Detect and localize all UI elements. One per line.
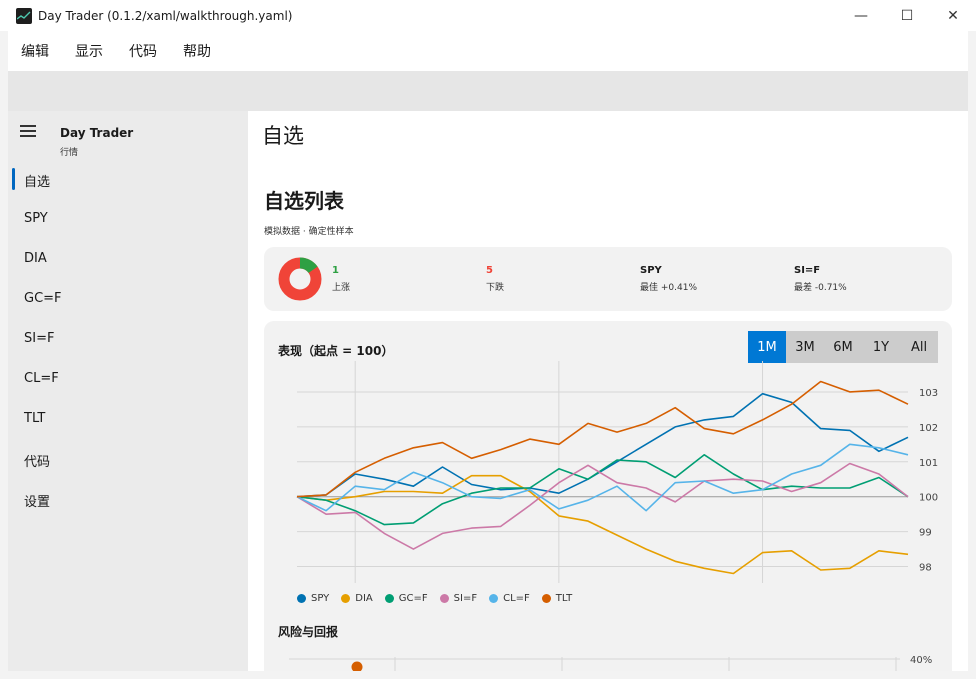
- sidebar-item-settings[interactable]: 设置: [24, 491, 50, 510]
- legend-label: SPY: [311, 593, 330, 604]
- chart-legend: SPY DIA GC=F SI=F CL=F TLT: [297, 593, 584, 604]
- app-logo-icon: [16, 7, 32, 24]
- sidebar-item-code[interactable]: 代码: [24, 451, 50, 470]
- window-bottom-edge: [0, 671, 976, 679]
- legend-item[interactable]: SI=F: [439, 593, 478, 604]
- sidebar-item-clf[interactable]: CL=F: [24, 371, 59, 386]
- legend-item[interactable]: DIA: [341, 593, 373, 604]
- risk-y-tick-label: 40%: [910, 655, 932, 666]
- close-button[interactable]: ✕: [930, 0, 976, 31]
- sidebar-item-sif[interactable]: SI=F: [24, 331, 54, 346]
- legend-label: CL=F: [503, 593, 530, 604]
- menu-help[interactable]: 帮助: [183, 41, 211, 61]
- sidebar: Day Trader 行情 自选 SPY DIA GC=F SI=F CL=F …: [8, 111, 248, 671]
- sidebar-app-subtitle: 行情: [60, 148, 79, 158]
- performance-chart-card: 表现（起点 = 100） 1M 3M 6M 1Y All 98 99 100 101 1…: [264, 321, 952, 671]
- up-count: 1: [332, 265, 339, 276]
- sidebar-item-dia[interactable]: DIA: [24, 251, 47, 266]
- series-line-tlt: [296, 380, 909, 498]
- legend-item[interactable]: GC=F: [384, 593, 428, 604]
- best-label: 最佳 +0.41%: [640, 283, 697, 293]
- hamburger-menu-icon[interactable]: [20, 125, 36, 137]
- menu-edit[interactable]: 编辑: [21, 41, 49, 61]
- legend-dot: [489, 594, 499, 603]
- minimize-button[interactable]: —: [838, 0, 884, 31]
- worst-symbol: SI=F: [794, 265, 821, 276]
- stat-best: SPY 最佳 +0.41%: [640, 265, 697, 293]
- legend-item[interactable]: SPY: [297, 593, 329, 604]
- title-bar: Day Trader (0.1.2/xaml/walkthrough.yaml)…: [0, 0, 976, 31]
- worst-label: 最差 -0.71%: [794, 283, 847, 293]
- sidebar-item-watchlist[interactable]: 自选: [24, 171, 50, 190]
- legend-dot: [341, 594, 351, 603]
- window-controls: — ☐ ✕: [838, 0, 976, 31]
- down-count: 5: [486, 265, 493, 276]
- stat-up: 1 上涨: [332, 265, 350, 293]
- down-label: 下跌: [486, 283, 505, 293]
- risk-return-title: 风险与回报: [278, 625, 339, 639]
- stat-down: 5 下跌: [486, 265, 504, 293]
- stat-worst: SI=F 最差 -0.71%: [794, 265, 847, 293]
- performance-line-chart: 9899100101102103Jun 11Jun 18Jun 25: [296, 361, 938, 583]
- legend-item[interactable]: TLT: [541, 593, 573, 604]
- legend-label: DIA: [355, 593, 373, 604]
- toolbar-area: [8, 71, 968, 111]
- legend-dot: [439, 594, 449, 603]
- main-content: 自选 自选列表 模拟数据 · 确定性样本 1 上涨 5 下跌 SPY 最佳 +0…: [248, 111, 968, 671]
- menu-view[interactable]: 显示: [75, 41, 103, 61]
- page-title: 自选: [262, 124, 304, 148]
- series-line-clf: [296, 443, 909, 512]
- sidebar-app-name: Day Trader: [60, 126, 134, 140]
- section-title: 自选列表: [264, 189, 344, 213]
- y-tick-label: 98: [919, 563, 932, 574]
- y-tick-label: 103: [919, 388, 938, 399]
- legend-label: TLT: [555, 593, 573, 604]
- y-tick-label: 99: [919, 528, 932, 539]
- sidebar-item-spy[interactable]: SPY: [24, 211, 48, 226]
- legend-item[interactable]: CL=F: [489, 593, 530, 604]
- window-title: Day Trader (0.1.2/xaml/walkthrough.yaml): [38, 8, 293, 23]
- legend-dot: [297, 594, 306, 603]
- series-line-gcf: [296, 454, 909, 526]
- legend-label: GC=F: [398, 593, 428, 604]
- risk-point-marker: [351, 661, 363, 671]
- legend-dot: [384, 594, 394, 603]
- y-tick-label: 102: [919, 423, 938, 434]
- section-subtitle: 模拟数据 · 确定性样本: [264, 227, 354, 237]
- maximize-button[interactable]: ☐: [884, 0, 930, 31]
- selected-indicator: [12, 168, 15, 190]
- series-line-sif: [296, 462, 909, 550]
- stats-card: 1 上涨 5 下跌 SPY 最佳 +0.41% SI=F 最差 -0.71%: [264, 247, 952, 311]
- sidebar-item-tlt[interactable]: TLT: [24, 411, 45, 426]
- up-down-donut: [278, 257, 322, 301]
- menu-code[interactable]: 代码: [129, 41, 157, 61]
- risk-return-chart: 40%: [289, 655, 932, 671]
- legend-dot: [541, 594, 551, 603]
- y-tick-label: 100: [919, 493, 938, 504]
- series-line-spy: [296, 392, 909, 498]
- menu-bar: 编辑 显示 代码 帮助: [8, 31, 968, 71]
- y-tick-label: 101: [919, 458, 938, 469]
- up-label: 上涨: [332, 283, 351, 293]
- legend-label: SI=F: [453, 593, 478, 604]
- best-symbol: SPY: [640, 265, 662, 276]
- sidebar-item-gcf[interactable]: GC=F: [24, 291, 62, 306]
